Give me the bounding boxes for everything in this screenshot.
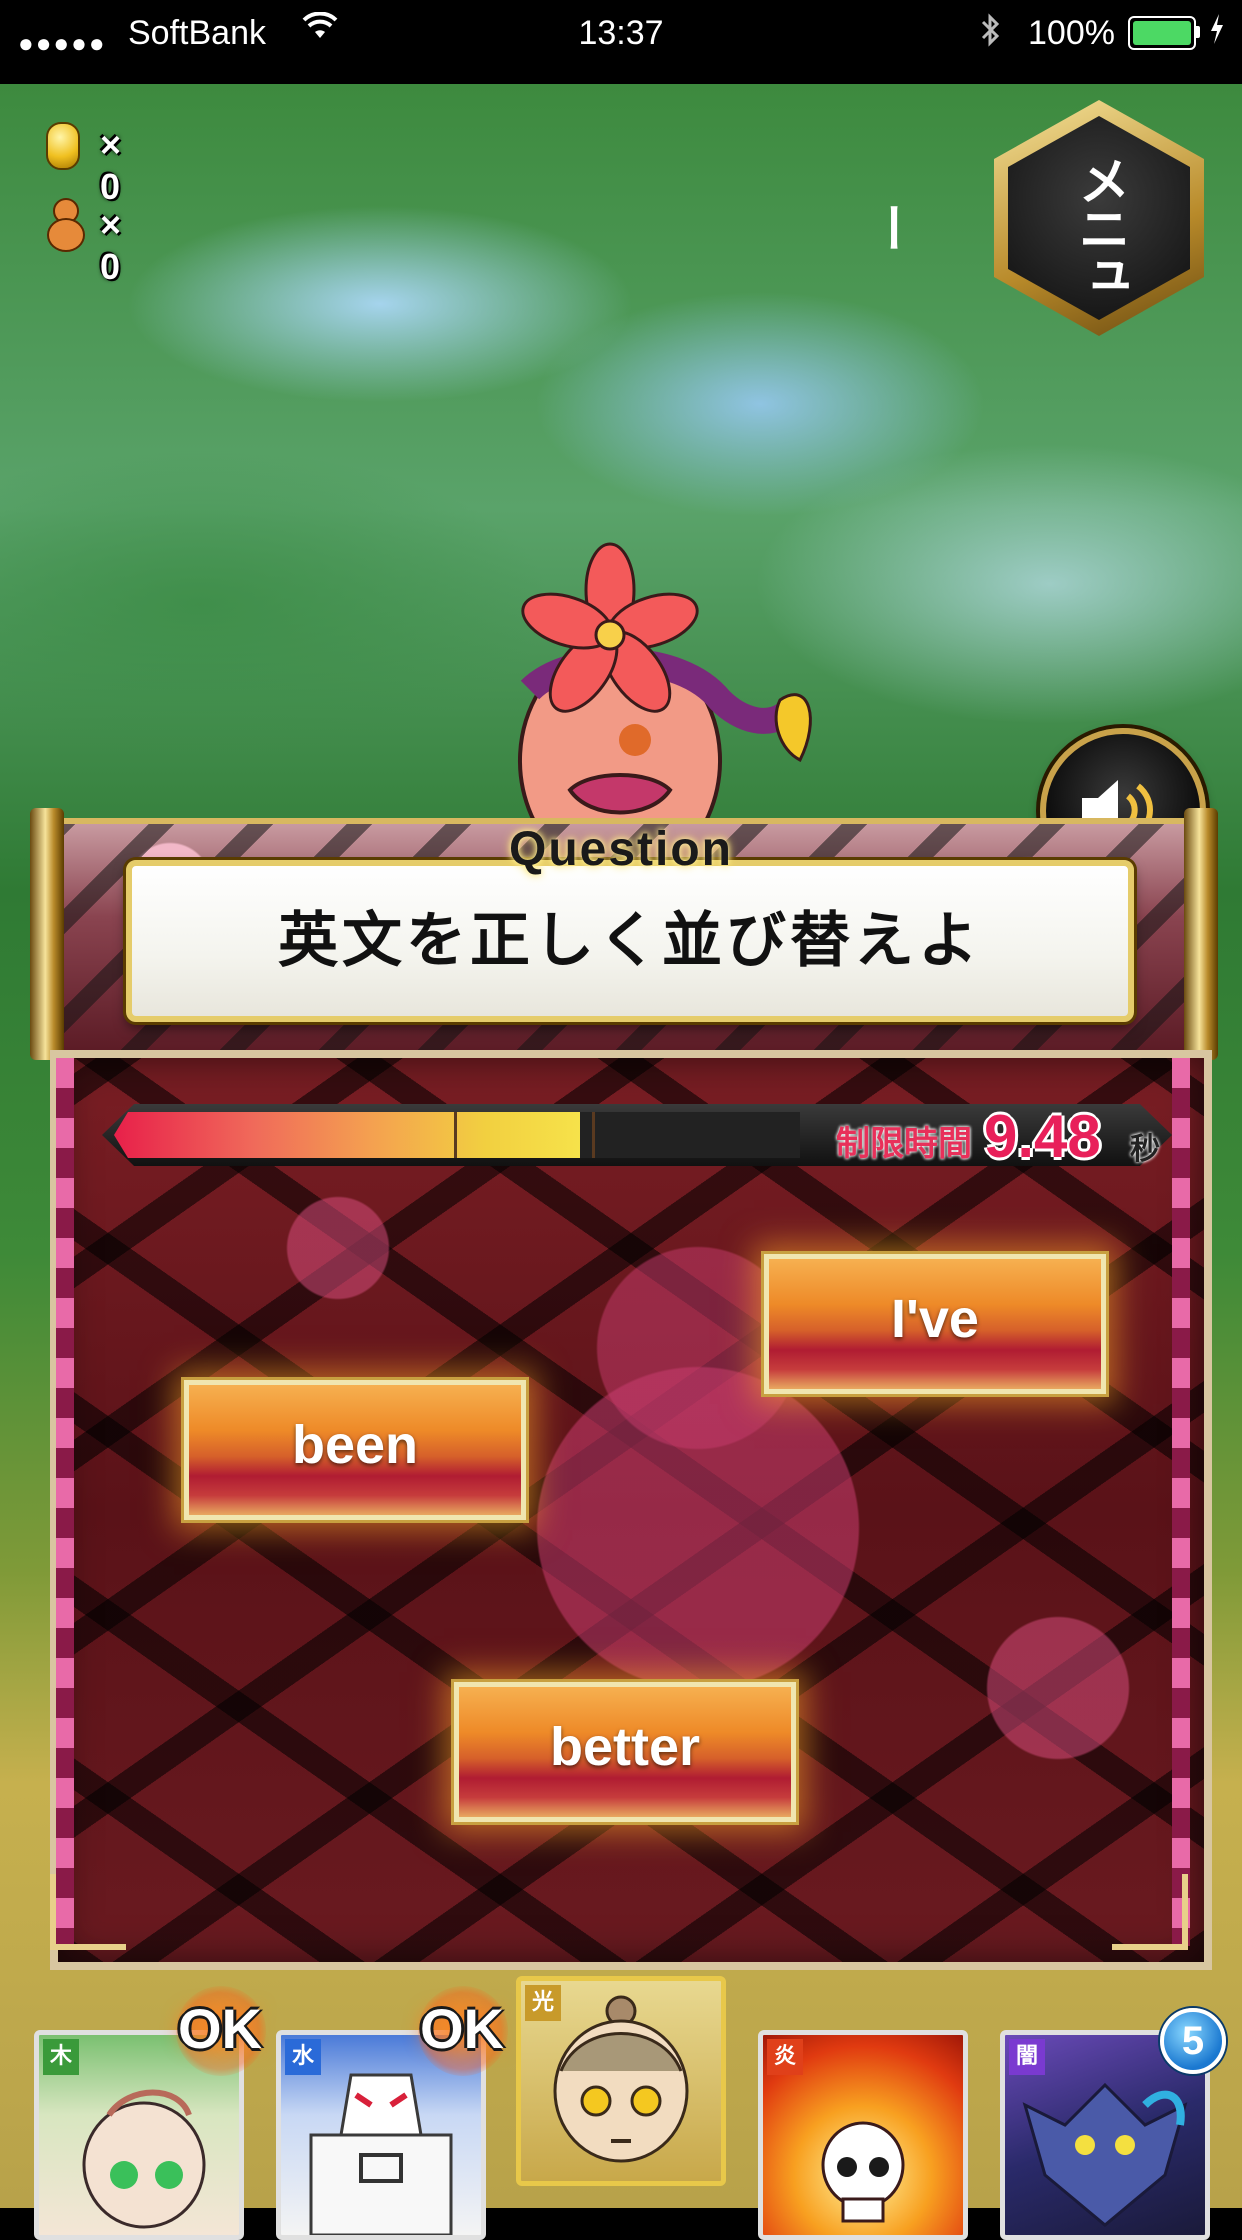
battery-tip	[1196, 26, 1200, 38]
question-prompt: 英文を正しく並び替えよ	[278, 906, 982, 976]
skull-icon	[821, 2121, 905, 2223]
coin-icon	[46, 122, 80, 170]
party-card-light[interactable]: 光	[516, 1976, 726, 2186]
word-button-ive[interactable]: I've	[764, 1254, 1106, 1394]
bluetooth-icon	[980, 12, 1002, 56]
panel-border-right	[1172, 1058, 1190, 1946]
scroll-roller-left	[30, 808, 64, 1060]
battery-icon	[1128, 16, 1196, 50]
menu-label: メニュー	[859, 154, 1129, 298]
menu-button[interactable]: メニュー	[859, 100, 1204, 336]
element-icon: 木	[43, 2039, 79, 2075]
panel-border-left	[56, 1058, 74, 1946]
word-label: better	[549, 1717, 701, 1777]
battery-percentage: 100%	[1028, 14, 1115, 52]
word-label: been	[291, 1415, 419, 1475]
gourd-count: × 0	[100, 204, 122, 287]
timer-divider	[454, 1112, 457, 1158]
word-label: I've	[891, 1289, 979, 1349]
panel-corner-bottom-right	[1112, 1874, 1188, 1950]
ok-badge: OK	[178, 1997, 262, 2060]
character-portrait	[82, 2089, 206, 2229]
timer-divider	[592, 1112, 595, 1158]
character-portrait	[1022, 2082, 1188, 2227]
timer-unit: 秒	[1130, 1132, 1160, 1167]
scroll-roller-right	[1184, 808, 1218, 1060]
panel-corner-bottom-left	[50, 1874, 126, 1950]
timer-progress-fill	[114, 1112, 581, 1158]
word-button-been[interactable]: been	[184, 1380, 526, 1520]
ok-badge: OK	[420, 1997, 504, 2060]
charging-bolt-icon	[1208, 12, 1226, 54]
timer-value: 9.48	[984, 1103, 1101, 1170]
timer-label: 制限時間	[836, 1124, 972, 1164]
character-portrait	[553, 1995, 689, 2163]
character-portrait	[309, 2073, 453, 2235]
gourd-icon	[46, 198, 86, 254]
party-card-fire[interactable]: 炎	[758, 2030, 968, 2240]
party-count-badge: 5	[1160, 2008, 1226, 2074]
word-button-better[interactable]: better	[454, 1682, 796, 1822]
status-bar: ●●●●● SoftBank 13:37 100%	[0, 0, 1242, 84]
mascot-character	[420, 540, 820, 883]
element-icon: 炎	[767, 2039, 803, 2075]
coin-count: × 0	[100, 124, 122, 207]
